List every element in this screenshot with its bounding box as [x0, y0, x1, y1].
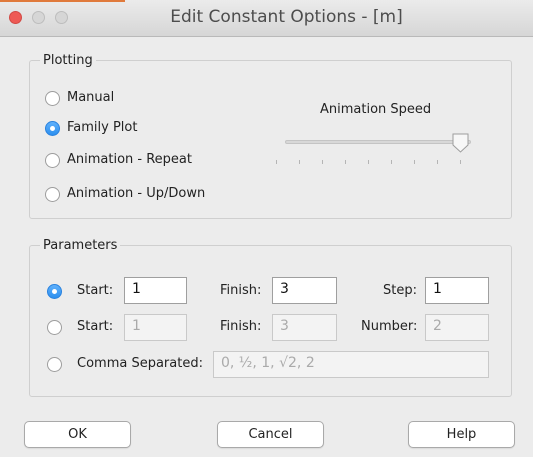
parameters-legend: Parameters — [43, 238, 118, 253]
help-button[interactable]: Help — [408, 421, 515, 448]
animation-speed-label: Animation Speed — [320, 102, 432, 117]
animation-updown-label[interactable]: Animation - Up/Down — [67, 186, 205, 201]
animation-speed-slider[interactable] — [285, 140, 471, 144]
title-bar: Edit Constant Options - [m] — [0, 0, 533, 37]
animation-repeat-label[interactable]: Animation - Repeat — [67, 152, 192, 167]
start-finish-number-radio[interactable] — [47, 320, 62, 335]
comma-separated-input[interactable]: 0, ½, 1, √2, 2 — [213, 351, 489, 378]
manual-label[interactable]: Manual — [67, 90, 114, 105]
finish-input-2[interactable]: 3 — [272, 314, 337, 341]
slider-tick — [414, 160, 415, 164]
number-label: Number: — [361, 319, 418, 334]
start-input-2[interactable]: 1 — [124, 314, 187, 341]
finish-input[interactable]: 3 — [272, 277, 337, 304]
comma-separated-radio[interactable] — [47, 357, 62, 372]
slider-tick — [391, 160, 392, 164]
start-label-2: Start: — [77, 319, 114, 334]
slider-tick — [276, 160, 277, 164]
comma-separated-label: Comma Separated: — [77, 356, 203, 371]
step-input[interactable]: 1 — [425, 277, 489, 304]
family-plot-radio[interactable] — [45, 121, 60, 136]
slider-tick — [299, 160, 300, 164]
animation-updown-radio[interactable] — [45, 187, 60, 202]
title-bar-accent — [0, 0, 125, 2]
finish-label-2: Finish: — [220, 319, 262, 334]
start-finish-step-radio[interactable] — [47, 284, 62, 299]
family-plot-label[interactable]: Family Plot — [67, 120, 137, 135]
finish-label: Finish: — [220, 283, 262, 298]
manual-radio[interactable] — [45, 91, 60, 106]
window-title: Edit Constant Options - [m] — [170, 7, 403, 27]
slider-tick — [368, 160, 369, 164]
start-input[interactable]: 1 — [124, 277, 187, 304]
animation-repeat-radio[interactable] — [45, 153, 60, 168]
plotting-legend: Plotting — [43, 53, 93, 68]
slider-tick — [460, 160, 461, 164]
start-label: Start: — [77, 283, 114, 298]
cancel-button[interactable]: Cancel — [217, 421, 324, 448]
slider-tick — [345, 160, 346, 164]
slider-tick — [437, 160, 438, 164]
ok-button[interactable]: OK — [24, 421, 131, 448]
slider-thumb[interactable] — [452, 133, 469, 153]
slider-tick — [322, 160, 323, 164]
step-label: Step: — [383, 283, 417, 298]
number-input[interactable]: 2 — [425, 314, 489, 341]
